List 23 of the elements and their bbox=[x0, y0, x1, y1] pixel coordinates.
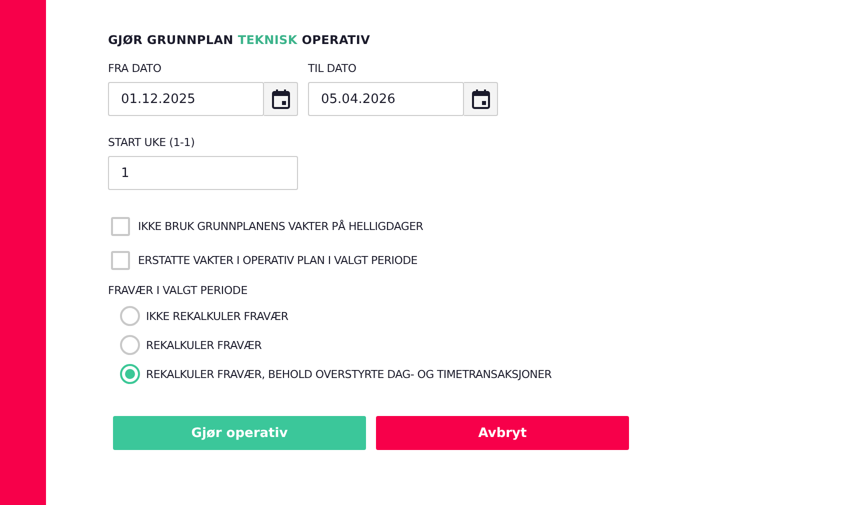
checkbox-label: IKKE BRUK GRUNNPLANENS VAKTER PÅ HELLIGDAGER bbox=[138, 220, 424, 232]
checkbox[interactable] bbox=[111, 250, 130, 270]
checkbox-label: ERSTATTE VAKTER I OPERATIV PLAN I VALGT PERIODE bbox=[138, 254, 418, 266]
radio-button[interactable] bbox=[120, 335, 140, 355]
dialog-title: GJØR GRUNNPLAN TEKNISK OPERATIV bbox=[108, 33, 372, 47]
radio-label: REKALKULER FRAVÆR bbox=[146, 338, 262, 352]
radio-button[interactable] bbox=[120, 306, 140, 326]
calendar-button[interactable] bbox=[264, 82, 298, 116]
week-field[interactable]: 1 bbox=[108, 156, 298, 190]
radio-label: REKALKULER FRAVÆR, BEHOLD OVERSTYRTE DAG- OG TIMETRANSAKSJONER bbox=[146, 368, 552, 380]
field-label: START UKE (1-1) bbox=[108, 136, 196, 149]
field-label: TIL DATO bbox=[308, 62, 358, 75]
radio-button[interactable] bbox=[120, 364, 140, 384]
calendar-icon bbox=[272, 89, 290, 109]
cancel-button[interactable]: Avbryt bbox=[376, 416, 629, 450]
radio-label: IKKE REKALKULER FRAVÆR bbox=[146, 310, 288, 322]
checkbox[interactable] bbox=[111, 216, 130, 236]
calendar-icon bbox=[472, 89, 490, 109]
field-label: FRA DATO bbox=[108, 62, 162, 75]
date-field[interactable]: 05.04.2026 bbox=[308, 82, 464, 116]
calendar-button[interactable] bbox=[464, 82, 498, 116]
date-field[interactable]: 01.12.2025 bbox=[108, 82, 264, 116]
section-label: FRAVÆR I VALGT PERIODE bbox=[108, 284, 248, 297]
